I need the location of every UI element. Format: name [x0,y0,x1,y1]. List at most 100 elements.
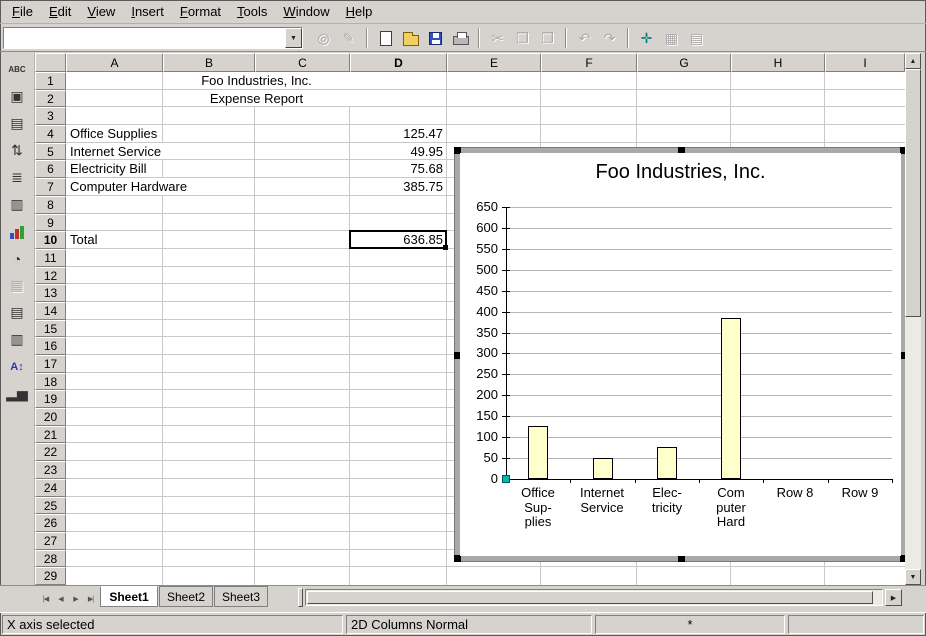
chart-bar[interactable] [721,318,741,479]
axes-titles-icon[interactable]: ▤ [3,111,31,136]
row-header-26[interactable]: 26 [35,514,66,532]
row-header-7[interactable]: 7 [35,178,66,196]
row-header-21[interactable]: 21 [35,426,66,443]
row-header-12[interactable]: 12 [35,267,66,284]
open-document-icon[interactable] [398,26,423,50]
cell-A5[interactable]: Internet Service [67,143,164,159]
column-header-H[interactable]: H [731,53,825,72]
reorganize-chart-icon[interactable]: ▂▅ [3,381,31,406]
scroll-right-icon[interactable]: ▶ [885,589,902,606]
scale-text-icon[interactable]: A↕ [3,354,31,379]
input-line-combo[interactable]: ▼ [3,27,303,49]
y-axis-line[interactable] [506,207,507,480]
chart-bar[interactable] [593,458,613,479]
row-header-13[interactable]: 13 [35,284,66,302]
save-document-icon[interactable] [423,26,448,50]
row-header-5[interactable]: 5 [35,143,66,160]
chart-titles-icon[interactable]: ABC [3,57,31,82]
tab-splitter[interactable] [298,588,303,607]
menu-window[interactable]: Window [275,1,337,22]
chart-bar[interactable] [657,447,677,479]
x-axis-selection-handle[interactable] [502,475,510,483]
cell-D6[interactable]: 75.68 [350,160,446,177]
cell-A4[interactable]: Office Supplies [67,125,160,142]
x-axis-label[interactable]: Com puter Hard [697,486,765,530]
row-header-24[interactable]: 24 [35,479,66,497]
row-header-16[interactable]: 16 [35,337,66,355]
vertical-scrollbar[interactable]: ▲ ▼ [905,53,921,585]
column-header-E[interactable]: E [447,53,541,72]
last-sheet-icon[interactable]: ▶| [83,590,98,608]
chart-bar[interactable] [528,426,548,479]
row-header-25[interactable]: 25 [35,497,66,514]
x-axis-label[interactable]: Row 8 [761,486,829,501]
print-icon[interactable] [448,26,473,50]
row-header-22[interactable]: 22 [35,443,66,461]
row-header-9[interactable]: 9 [35,214,66,231]
cell-D5[interactable]: 49.95 [350,143,446,159]
data-in-columns-icon[interactable]: ▥ [3,327,31,352]
vertical-scroll-thumb[interactable] [905,69,921,317]
x-axis-label[interactable]: Office Sup- plies [504,486,572,530]
chart-handle-bottom-left[interactable] [454,555,461,562]
menu-format[interactable]: Format [172,1,229,22]
chart-title[interactable]: Foo Industries, Inc. [460,161,901,184]
row-header-28[interactable]: 28 [35,550,66,567]
horizontal-scroll-thumb[interactable] [307,591,873,604]
select-all-corner[interactable] [35,53,66,72]
vertical-gridlines-icon[interactable]: ▥ [3,192,31,217]
cell-B2[interactable]: Expense Report [163,90,350,106]
column-header-B[interactable]: B [163,53,255,72]
new-document-icon[interactable] [373,26,398,50]
row-header-3[interactable]: 3 [35,107,66,125]
sheet-tab-sheet2[interactable]: Sheet2 [159,586,213,607]
menu-insert[interactable]: Insert [123,1,172,22]
column-header-D[interactable]: D [350,53,447,72]
sheet-tab-sheet3[interactable]: Sheet3 [214,586,268,607]
column-header-C[interactable]: C [255,53,350,72]
input-line[interactable] [4,28,285,48]
scroll-down-icon[interactable]: ▼ [905,569,921,585]
row-header-27[interactable]: 27 [35,532,66,550]
legend-onoff-icon[interactable]: ▣ [3,84,31,109]
row-header-6[interactable]: 6 [35,160,66,178]
column-header-A[interactable]: A [66,53,163,72]
combo-dropdown-icon[interactable]: ▼ [285,28,302,48]
cell-D7[interactable]: 385.75 [350,178,446,195]
row-header-29[interactable]: 29 [35,567,66,585]
column-header-F[interactable]: F [541,53,637,72]
scroll-up-icon[interactable]: ▲ [905,53,921,69]
row-header-18[interactable]: 18 [35,373,66,390]
chart-type-icon[interactable] [3,219,31,244]
x-axis-label[interactable]: Internet Service [568,486,636,515]
row-header-14[interactable]: 14 [35,302,66,320]
axes-onoff-icon[interactable]: ⇅ [3,138,31,163]
menu-file[interactable]: File [4,1,41,22]
cell-A7[interactable]: Computer Hardware [67,178,190,195]
row-header-20[interactable]: 20 [35,408,66,426]
first-sheet-icon[interactable]: |◀ [38,590,53,608]
menu-edit[interactable]: Edit [41,1,79,22]
data-in-rows-icon[interactable]: ▤ [3,300,31,325]
horizontal-gridlines-icon[interactable]: ≣ [3,165,31,190]
row-header-11[interactable]: 11 [35,249,66,267]
column-header-G[interactable]: G [637,53,731,72]
row-header-10[interactable]: 10 [35,231,66,249]
chart-object[interactable]: Foo Industries, Inc. 0501001502002503003… [455,148,906,561]
cell-A6[interactable]: Electricity Bill [67,160,150,177]
row-header-8[interactable]: 8 [35,196,66,214]
chart-handle-bottom-mid[interactable] [678,555,685,562]
menu-help[interactable]: Help [338,1,381,22]
row-header-23[interactable]: 23 [35,461,66,479]
horizontal-scrollbar[interactable] [305,589,883,606]
row-header-2[interactable]: 2 [35,90,66,107]
cell-D10[interactable]: 636.85 [350,231,446,248]
row-header-17[interactable]: 17 [35,355,66,373]
fill-handle[interactable] [443,245,448,250]
autoformat-chart-icon[interactable]: ◔ [3,246,31,271]
prev-sheet-icon[interactable]: ◀ [53,590,68,608]
cell-D4[interactable]: 125.47 [350,125,446,142]
row-header-4[interactable]: 4 [35,125,66,143]
column-header-I[interactable]: I [825,53,905,72]
cell-A10[interactable]: Total [67,231,100,248]
